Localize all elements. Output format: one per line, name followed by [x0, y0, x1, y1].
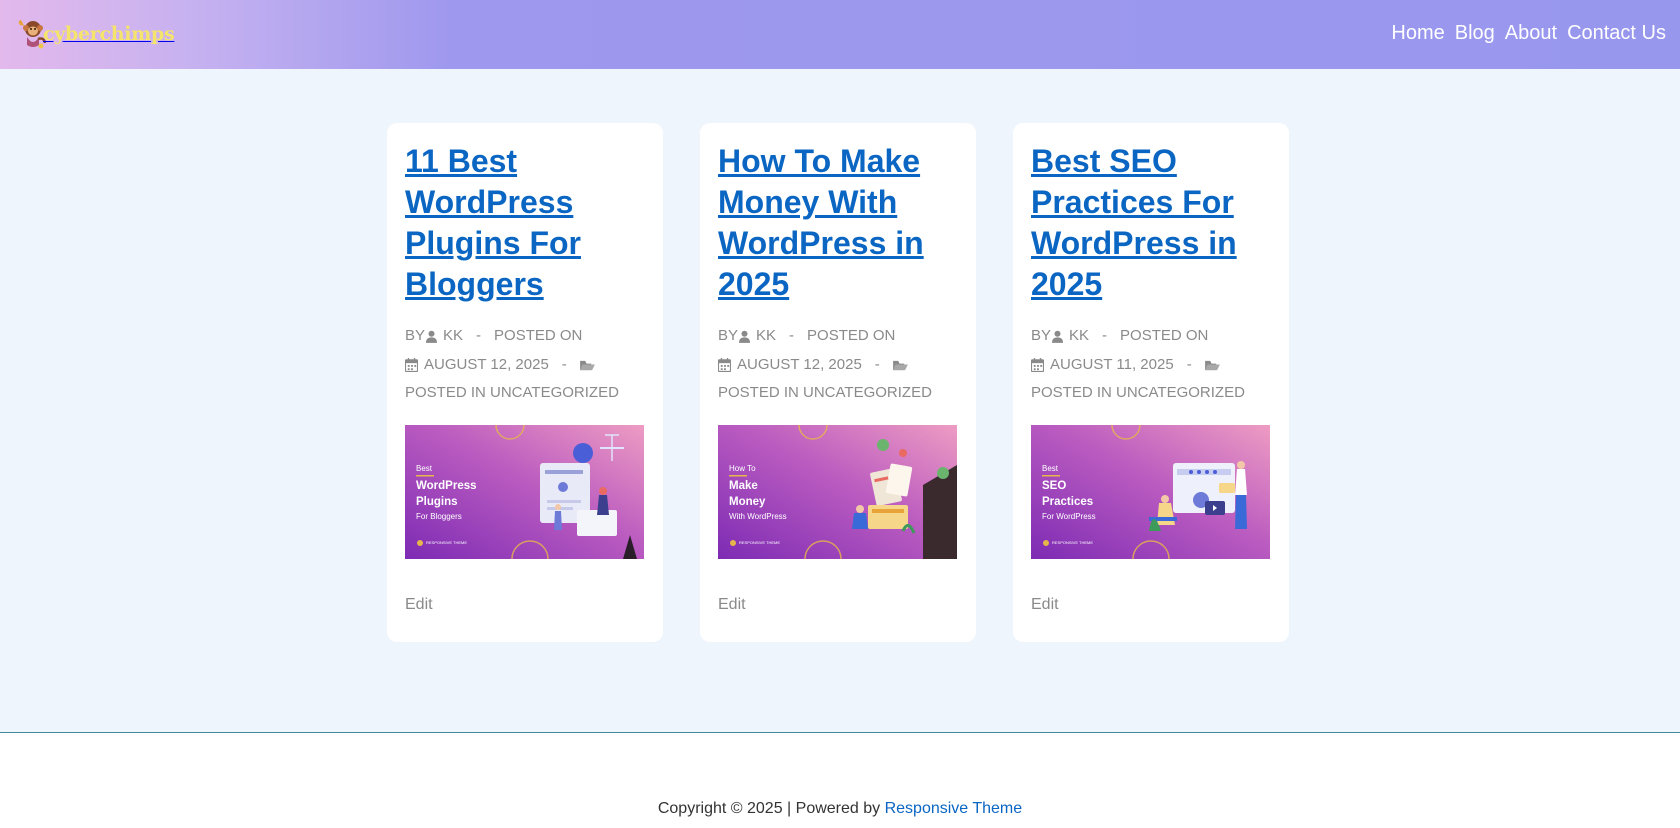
- by-label: BY: [718, 327, 739, 344]
- folder-open-icon: [579, 359, 595, 371]
- user-icon: [739, 330, 751, 343]
- post-card: How To Make Money With WordPress in 2025…: [700, 123, 976, 642]
- site-header: cyberchimps Home Blog About Contact Us: [0, 0, 1680, 69]
- folder-open-icon: [892, 359, 908, 371]
- post-thumbnail[interactable]: Best SEO Practices For WordPress RESPONS…: [1031, 425, 1270, 559]
- thumb-brand: RESPONSIVE THEME: [426, 540, 467, 545]
- meta-separator: -: [476, 327, 482, 344]
- post-title-link[interactable]: Best SEO Practices For WordPress in 2025: [1031, 141, 1276, 305]
- by-label: BY: [1031, 327, 1052, 344]
- post-date-link[interactable]: AUGUST 12, 2025: [424, 351, 549, 380]
- responsive-theme-link[interactable]: Responsive Theme: [885, 800, 1023, 817]
- thumb-line4: For WordPress: [1042, 512, 1096, 521]
- meta-separator: -: [1102, 327, 1108, 344]
- category-link[interactable]: POSTED IN UNCATEGORIZED: [718, 379, 932, 408]
- meta-separator: -: [874, 355, 880, 373]
- post-title-link[interactable]: 11 Best WordPress Plugins For Bloggers: [405, 141, 650, 305]
- nav-home[interactable]: Home: [1391, 22, 1444, 45]
- calendar-icon: [405, 357, 418, 372]
- thumb-line1: Best: [416, 464, 433, 473]
- copyright-text: Copyright © 2025 | Powered by Responsive…: [0, 800, 1680, 818]
- thumb-line2: SEO: [1042, 480, 1066, 492]
- posted-on-label: POSTED ON: [494, 327, 583, 344]
- nav-about[interactable]: About: [1505, 22, 1557, 45]
- post-date-link[interactable]: AUGUST 11, 2025: [1050, 351, 1174, 380]
- by-label: BY: [405, 327, 426, 344]
- post-card: 11 Best WordPress Plugins For Bloggers B…: [387, 123, 663, 642]
- calendar-icon: [1031, 357, 1044, 372]
- thumb-line3: Money: [729, 496, 766, 508]
- meta-separator: -: [789, 327, 795, 344]
- post-thumbnail[interactable]: How To Make Money With WordPress RESPONS…: [718, 425, 957, 559]
- thumb-line3: Plugins: [416, 496, 458, 508]
- thumb-line1: How To: [729, 464, 756, 473]
- post-meta: BY KK - POSTED ON AUGUST 11, 2025 - POST…: [1031, 322, 1281, 408]
- thumb-line2: Make: [729, 480, 758, 492]
- thumb-line2: WordPress: [416, 480, 477, 492]
- user-icon: [1052, 330, 1064, 343]
- site-footer: Copyright © 2025 | Powered by Responsive…: [0, 732, 1680, 828]
- copyright-prefix: Copyright © 2025 | Powered by: [657, 800, 881, 817]
- thumb-brand: RESPONSIVE THEME: [739, 540, 780, 545]
- user-icon: [426, 330, 438, 343]
- post-title-link[interactable]: How To Make Money With WordPress in 2025: [718, 141, 963, 305]
- edit-post-link[interactable]: Edit: [1031, 596, 1059, 614]
- thumb-brand: RESPONSIVE THEME: [1052, 540, 1093, 545]
- nav-blog[interactable]: Blog: [1455, 22, 1495, 45]
- main-navigation: Home Blog About Contact Us: [1381, 22, 1666, 45]
- logo-wordmark: cyberchimps: [43, 23, 175, 45]
- post-thumbnail[interactable]: Best WordPress Plugins For Bloggers RESP…: [405, 425, 644, 559]
- edit-post-link[interactable]: Edit: [718, 596, 746, 614]
- thumb-line4: For Bloggers: [416, 512, 462, 521]
- author-link[interactable]: KK: [443, 322, 463, 351]
- category-link[interactable]: POSTED IN UNCATEGORIZED: [405, 379, 619, 408]
- thumb-line1: Best: [1042, 464, 1059, 473]
- meta-separator: -: [561, 355, 567, 373]
- thumb-line4: With WordPress: [729, 512, 787, 521]
- post-date-link[interactable]: AUGUST 12, 2025: [737, 351, 862, 380]
- nav-contact-us[interactable]: Contact Us: [1567, 22, 1666, 45]
- category-link[interactable]: POSTED IN UNCATEGORIZED: [1031, 379, 1245, 408]
- site-logo[interactable]: cyberchimps: [17, 16, 175, 50]
- calendar-icon: [718, 357, 731, 372]
- author-link[interactable]: KK: [756, 322, 776, 351]
- folder-open-icon: [1204, 359, 1220, 371]
- meta-separator: -: [1186, 355, 1192, 373]
- posted-on-label: POSTED ON: [807, 327, 896, 344]
- edit-post-link[interactable]: Edit: [405, 596, 433, 614]
- post-card: Best SEO Practices For WordPress in 2025…: [1013, 123, 1289, 642]
- thumb-line3: Practices: [1042, 496, 1093, 508]
- post-meta: BY KK - POSTED ON AUGUST 12, 2025 - POST…: [718, 322, 968, 408]
- author-link[interactable]: KK: [1069, 322, 1089, 351]
- post-meta: BY KK - POSTED ON AUGUST 12, 2025 - POST…: [405, 322, 655, 408]
- posted-on-label: POSTED ON: [1120, 327, 1209, 344]
